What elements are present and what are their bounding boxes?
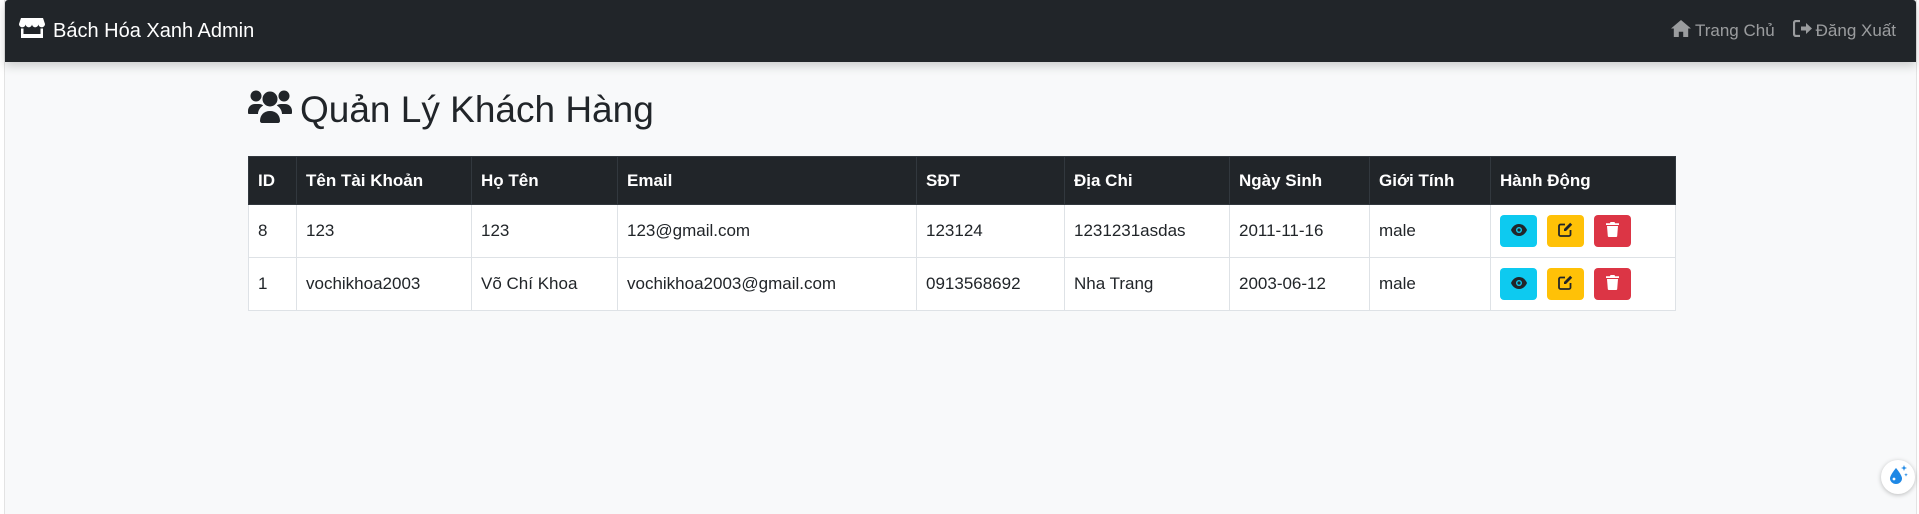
- col-header-birthdate: Ngày Sinh: [1229, 156, 1370, 205]
- customer-table-container: ID Tên Tài Khoản Họ Tên Email SĐT Địa Ch…: [248, 156, 1676, 311]
- table-row: 8 123 123 123@gmail.com 123124 1231231as…: [248, 204, 1676, 258]
- cell-birthdate: 2003-06-12: [1229, 257, 1370, 311]
- floating-assistant-button[interactable]: [1881, 460, 1915, 494]
- col-header-gender: Giới Tính: [1369, 156, 1491, 205]
- nav-home-label: Trang Chủ: [1694, 21, 1775, 40]
- nav-home-link[interactable]: Trang Chủ: [1670, 20, 1775, 42]
- edit-button[interactable]: [1547, 268, 1584, 300]
- table-row: 1 vochikhoa2003 Võ Chí Khoa vochikhoa200…: [248, 257, 1676, 311]
- brand-title: Bách Hóa Xanh Admin: [53, 19, 255, 42]
- cell-phone: 0913568692: [916, 257, 1065, 311]
- col-header-username: Tên Tài Khoản: [296, 156, 472, 205]
- cell-phone: 123124: [916, 204, 1065, 258]
- table-header-row: ID Tên Tài Khoản Họ Tên Email SĐT Địa Ch…: [248, 156, 1676, 205]
- customer-table: ID Tên Tài Khoản Họ Tên Email SĐT Địa Ch…: [248, 156, 1676, 311]
- delete-button[interactable]: [1594, 268, 1631, 300]
- nav-logout-label: Đăng Xuất: [1815, 21, 1896, 40]
- col-header-email: Email: [617, 156, 917, 205]
- cell-email: vochikhoa2003@gmail.com: [617, 257, 917, 311]
- page-title-text: Quản Lý Khách Hàng: [300, 89, 654, 130]
- edit-button[interactable]: [1547, 215, 1584, 247]
- cell-actions: [1490, 257, 1676, 311]
- nav-logout-link[interactable]: Đăng Xuất: [1792, 19, 1896, 42]
- eye-icon: [1510, 223, 1527, 239]
- eye-icon: [1510, 276, 1527, 292]
- delete-button[interactable]: [1594, 215, 1631, 247]
- cell-actions: [1490, 204, 1676, 258]
- home-icon: [1670, 20, 1695, 42]
- cell-username: vochikhoa2003: [296, 257, 472, 311]
- trash-icon: [1606, 275, 1619, 293]
- top-navbar: Bách Hóa Xanh Admin Trang Chủ Đăng Xuất: [5, 0, 1916, 62]
- store-icon: [19, 17, 53, 45]
- trash-icon: [1606, 222, 1619, 240]
- water-drop-icon: [1887, 464, 1909, 491]
- cell-email: 123@gmail.com: [617, 204, 917, 258]
- page-title: Quản Lý Khách Hàng: [248, 86, 654, 134]
- col-header-id: ID: [248, 156, 297, 205]
- users-icon: [248, 88, 300, 133]
- cell-address: Nha Trang: [1064, 257, 1230, 311]
- edit-icon: [1558, 275, 1573, 293]
- col-header-address: Địa Chi: [1064, 156, 1230, 205]
- col-header-phone: SĐT: [916, 156, 1065, 205]
- cell-fullname: Võ Chí Khoa: [471, 257, 618, 311]
- app-window: Bách Hóa Xanh Admin Trang Chủ Đăng Xuất …: [4, 0, 1917, 514]
- view-button[interactable]: [1500, 215, 1537, 247]
- cell-gender: male: [1369, 204, 1491, 258]
- cell-id: 8: [248, 204, 297, 258]
- edit-icon: [1558, 222, 1573, 240]
- cell-gender: male: [1369, 257, 1491, 311]
- cell-username: 123: [296, 204, 472, 258]
- brand-link[interactable]: Bách Hóa Xanh Admin: [19, 0, 254, 62]
- cell-birthdate: 2011-11-16: [1229, 204, 1370, 258]
- cell-address: 1231231asdas: [1064, 204, 1230, 258]
- view-button[interactable]: [1500, 268, 1537, 300]
- sign-out-icon: [1792, 19, 1816, 42]
- col-header-actions: Hành Động: [1490, 156, 1676, 205]
- cell-id: 1: [248, 257, 297, 311]
- cell-fullname: 123: [471, 204, 618, 258]
- col-header-fullname: Họ Tên: [471, 156, 618, 205]
